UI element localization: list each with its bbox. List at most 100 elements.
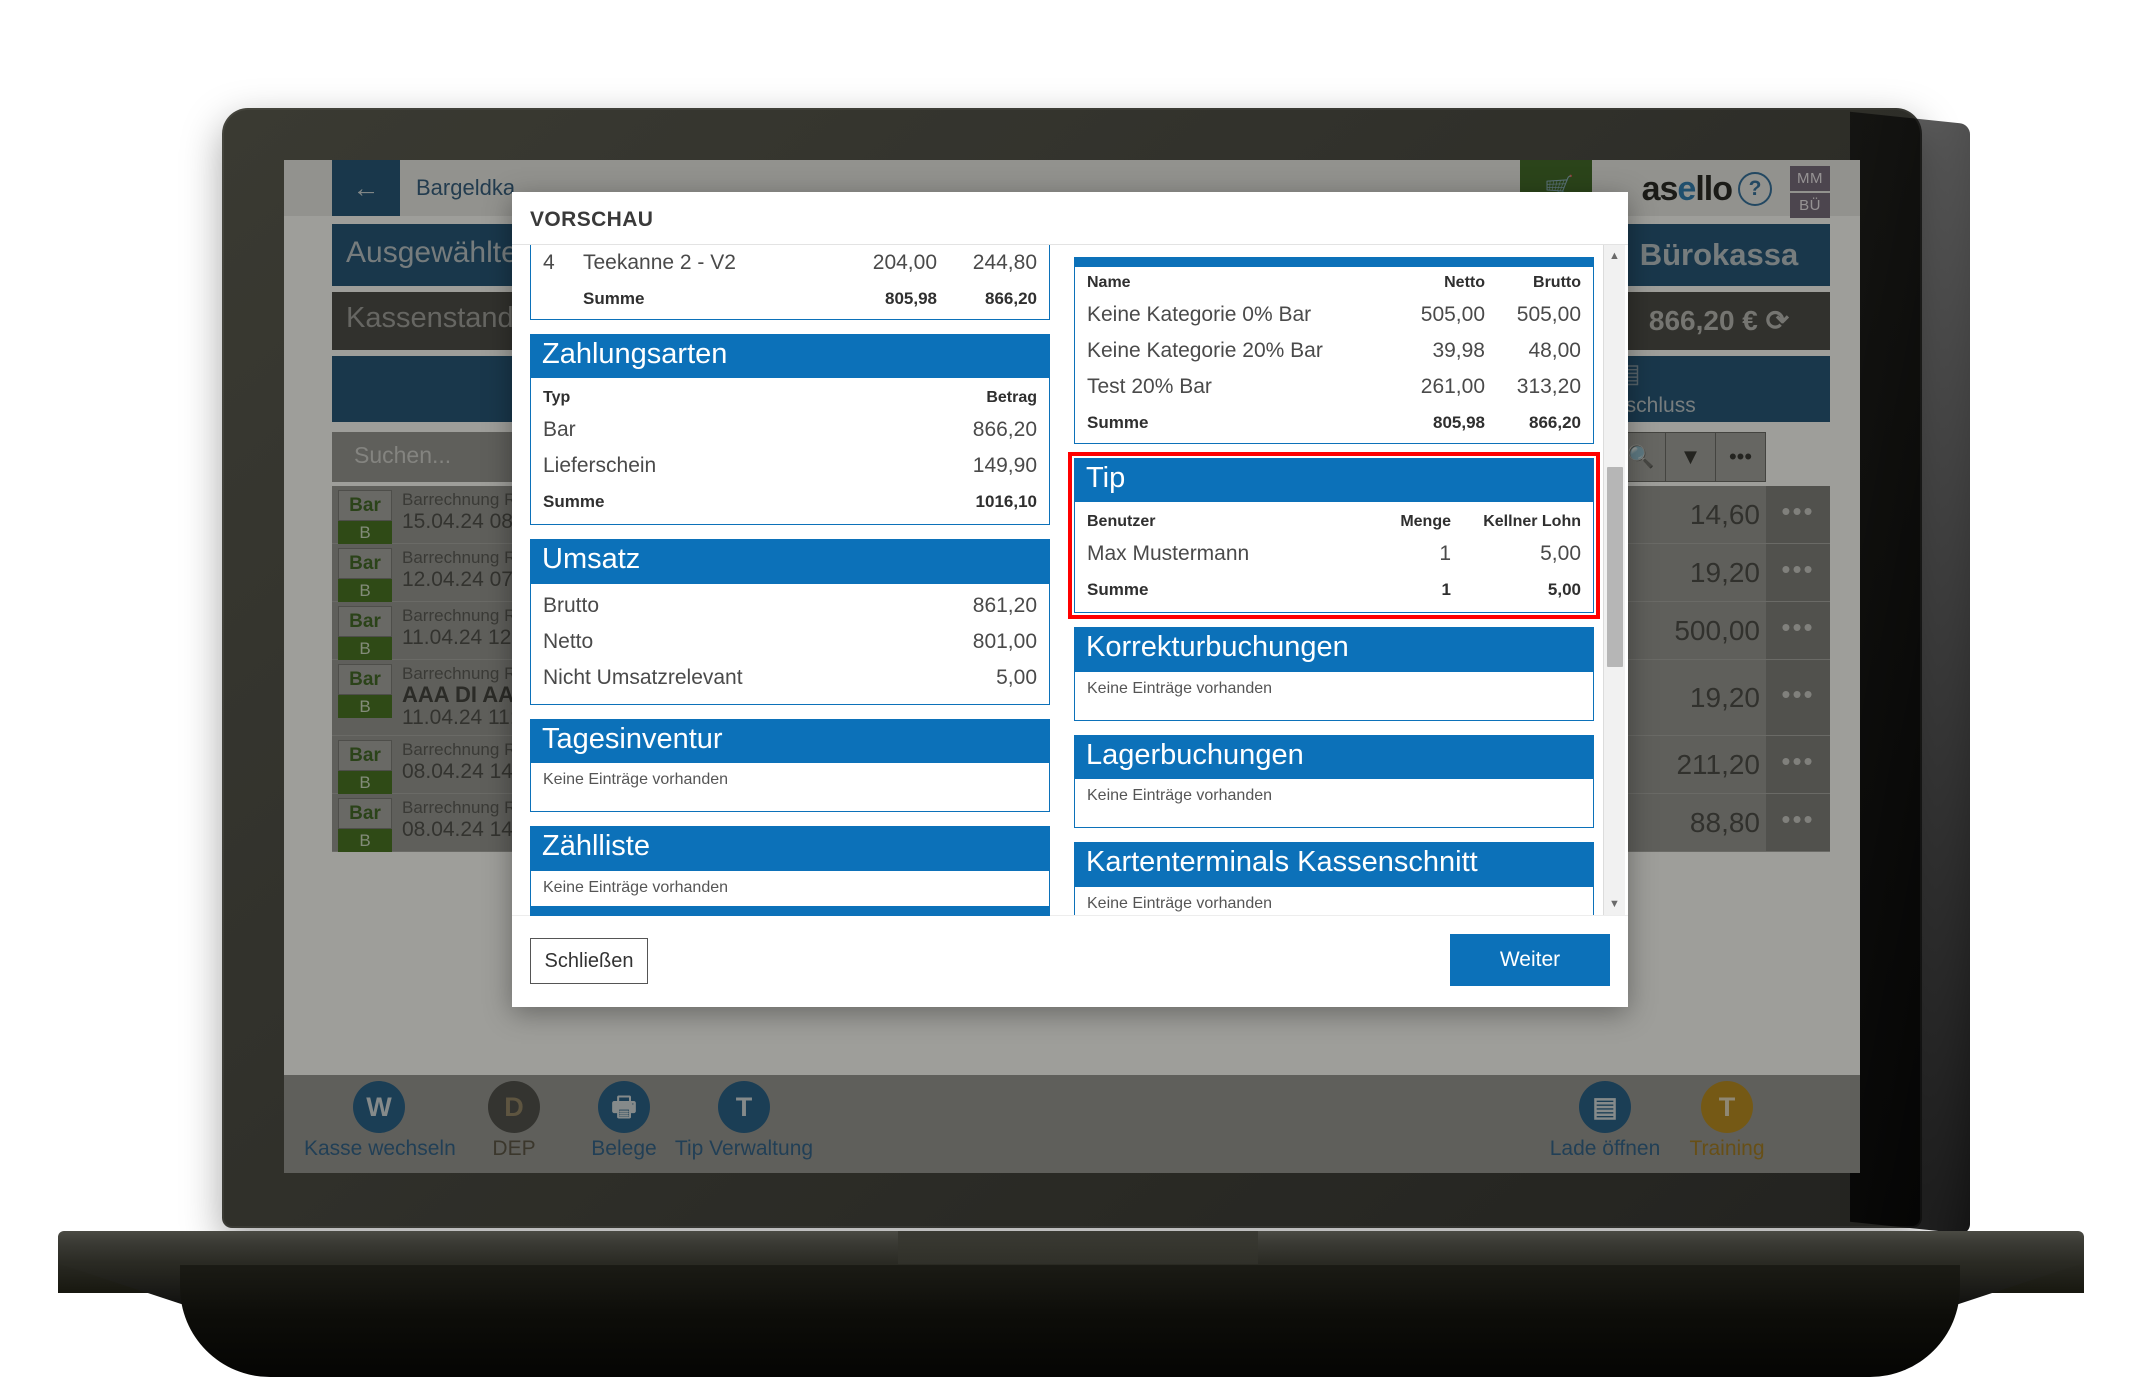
laptop-screen: ← Bargeldka 🛒 asello ? MM BÜ Ausgewählte…: [284, 160, 1860, 1173]
table-row: Keine Kategorie 0% Bar 505,00 505,00: [1087, 297, 1581, 333]
sum-netto: 805,98: [885, 289, 937, 308]
next-button[interactable]: Weiter: [1450, 934, 1610, 986]
sum-spacer: [543, 281, 583, 313]
umsatz-value: 861,20: [972, 593, 1037, 617]
section-body: Keine Einträge vorhanden: [1074, 671, 1594, 721]
kategorien-table-partial: Name Netto Brutto Keine Kategorie 0% Bar…: [1074, 267, 1594, 444]
section-body: Keine Einträge vorhanden: [530, 763, 1050, 813]
dialog-scrollbar[interactable]: ▲ ▼: [1603, 245, 1625, 915]
empty-message: Keine Einträge vorhanden: [543, 771, 729, 789]
table-row-sum: Summe 1016,10: [543, 484, 1037, 516]
artikel-table: 4 Teekanne 2 - V2 204,00 244,80 Summe 80…: [543, 245, 1037, 313]
tip-table: Benutzer Menge Kellner Lohn Max Musterma…: [1087, 506, 1581, 604]
kategorie-name: Keine Kategorie 20% Bar: [1087, 339, 1323, 362]
screenshot-stage: ← Bargeldka 🛒 asello ? MM BÜ Ausgewählte…: [0, 0, 2143, 1382]
section-tip: Tip Benutzer Menge Kellner Lohn Max Must…: [1068, 451, 1600, 620]
sum-value: 1016,10: [975, 492, 1037, 512]
empty-message: Keine Einträge vorhanden: [1087, 787, 1273, 805]
kategorie-brutto: 48,00: [1528, 339, 1581, 362]
kategorien-table: Name Netto Brutto Keine Kategorie 0% Bar…: [1087, 267, 1581, 437]
sum-brutto: 866,20: [1529, 413, 1581, 432]
col-kellner-lohn: Kellner Lohn: [1483, 513, 1581, 531]
table-row: Netto 801,00: [543, 624, 1037, 660]
section-heading: Tagesinventur: [530, 718, 1050, 764]
laptop-foot: [180, 1265, 1960, 1377]
table-row: Brutto 861,20: [543, 588, 1037, 624]
umsatz-table: Brutto 861,20 Netto 801,00 Nicht Umsatzr…: [543, 588, 1037, 696]
sum-netto: 805,98: [1433, 413, 1485, 432]
chevron-down-icon[interactable]: ▼: [1604, 893, 1625, 915]
col-menge: Menge: [1400, 513, 1451, 531]
zahlungsart-betrag: 866,20: [972, 418, 1037, 442]
col-netto: Netto: [1444, 274, 1485, 291]
vorschau-dialog: VORSCHAU 4 Teekanne 2 - V2 204,00 244,80: [512, 192, 1628, 1007]
section-body: Benutzer Menge Kellner Lohn Max Musterma…: [1074, 502, 1594, 614]
sum-brutto: 866,20: [985, 289, 1037, 308]
section-heading: Kartenterminals Kassenschnitt: [1074, 842, 1594, 887]
table-row: Test 20% Bar 261,00 313,20: [1087, 369, 1581, 405]
umsatz-label: Nicht Umsatzrelevant: [543, 665, 743, 689]
artikel-name: Teekanne 2 - V2: [583, 251, 736, 274]
sum-menge: 1: [1441, 580, 1451, 600]
next-section-strip: [530, 906, 1050, 916]
zahlungsart-typ: Bar: [543, 418, 576, 442]
section-body: Typ Betrag Bar 866,20 Lieferschein 149,9…: [530, 378, 1050, 526]
sum-lohn: 5,00: [1547, 580, 1581, 600]
table-row-sum: Summe 1 5,00: [1087, 572, 1581, 604]
dialog-footer: Schließen Weiter: [512, 906, 1628, 1007]
umsatz-label: Brutto: [543, 593, 600, 617]
zahlungsart-betrag: 149,90: [972, 454, 1037, 478]
section-heading: Korrekturbuchungen: [1074, 627, 1594, 672]
section-body: Brutto 861,20 Netto 801,00 Nicht Umsatzr…: [530, 583, 1050, 705]
table-row: Keine Kategorie 20% Bar 39,98 48,00: [1087, 333, 1581, 369]
kategorie-brutto: 505,00: [1516, 303, 1581, 326]
section-tagesinventur: Tagesinventur Keine Einträge vorhanden: [530, 718, 1050, 813]
scrollbar-thumb[interactable]: [1607, 467, 1623, 667]
kategorie-brutto: 313,20: [1516, 375, 1581, 398]
col-typ: Typ: [543, 389, 571, 407]
tip-benutzer: Max Mustermann: [1087, 542, 1250, 566]
table-row: Max Mustermann 1 5,00: [1087, 536, 1581, 572]
dialog-right-column: Name Netto Brutto Keine Kategorie 0% Bar…: [1068, 245, 1600, 915]
section-heading: Umsatz: [530, 539, 1050, 584]
section-body: Keine Einträge vorhanden: [1074, 886, 1594, 915]
kategorie-netto: 261,00: [1420, 375, 1485, 398]
dialog-left-column: 4 Teekanne 2 - V2 204,00 244,80 Summe 80…: [530, 245, 1050, 915]
kategorien-heading-strip: [1074, 257, 1594, 267]
dialog-title: VORSCHAU: [512, 192, 1628, 245]
section-zahlungsarten: Zahlungsarten Typ Betrag Bar 866,20 Lief…: [530, 334, 1050, 526]
tip-menge: 1: [1439, 542, 1451, 566]
section-lagerbuchungen: Lagerbuchungen Keine Einträge vorhanden: [1074, 734, 1594, 829]
umsatz-value: 801,00: [972, 629, 1037, 653]
section-kartenterminals: Kartenterminals Kassenschnitt Keine Eint…: [1074, 842, 1594, 915]
artikel-brutto: 244,80: [972, 251, 1037, 274]
col-betrag: Betrag: [986, 389, 1037, 407]
section-zaehlliste: Zählliste Keine Einträge vorhanden: [530, 826, 1050, 915]
table-header-row: Typ Betrag: [543, 382, 1037, 412]
kategorie-netto: 505,00: [1420, 303, 1485, 326]
col-benutzer: Benutzer: [1087, 513, 1156, 531]
umsatz-value: 5,00: [996, 665, 1037, 689]
section-heading: Tip: [1074, 458, 1594, 503]
kategorie-netto: 39,98: [1432, 339, 1485, 362]
dialog-body[interactable]: 4 Teekanne 2 - V2 204,00 244,80 Summe 80…: [512, 245, 1628, 915]
table-row: 4 Teekanne 2 - V2 204,00 244,80: [543, 245, 1037, 281]
table-header-row: Name Netto Brutto: [1087, 267, 1581, 297]
section-heading: Lagerbuchungen: [1074, 734, 1594, 780]
sum-label: Summe: [583, 289, 645, 308]
col-name: Name: [1087, 274, 1131, 291]
table-row: Nicht Umsatzrelevant 5,00: [543, 660, 1037, 696]
empty-message: Keine Einträge vorhanden: [1087, 679, 1273, 697]
kategorie-name: Test 20% Bar: [1087, 375, 1212, 398]
close-button[interactable]: Schließen: [530, 938, 648, 984]
sum-label: Summe: [1087, 413, 1149, 432]
section-heading: Zählliste: [530, 826, 1050, 871]
section-umsatz: Umsatz Brutto 861,20 Netto 801,00 Nicht …: [530, 539, 1050, 705]
artikel-table-partial: 4 Teekanne 2 - V2 204,00 244,80 Summe 80…: [530, 245, 1050, 320]
table-row: Lieferschein 149,90: [543, 448, 1037, 484]
artikel-netto: 204,00: [872, 251, 937, 274]
kategorie-name: Keine Kategorie 0% Bar: [1087, 303, 1312, 326]
right-column-spacer: [1074, 245, 1594, 257]
chevron-up-icon[interactable]: ▲: [1604, 245, 1625, 267]
zahlungsart-typ: Lieferschein: [543, 454, 657, 478]
